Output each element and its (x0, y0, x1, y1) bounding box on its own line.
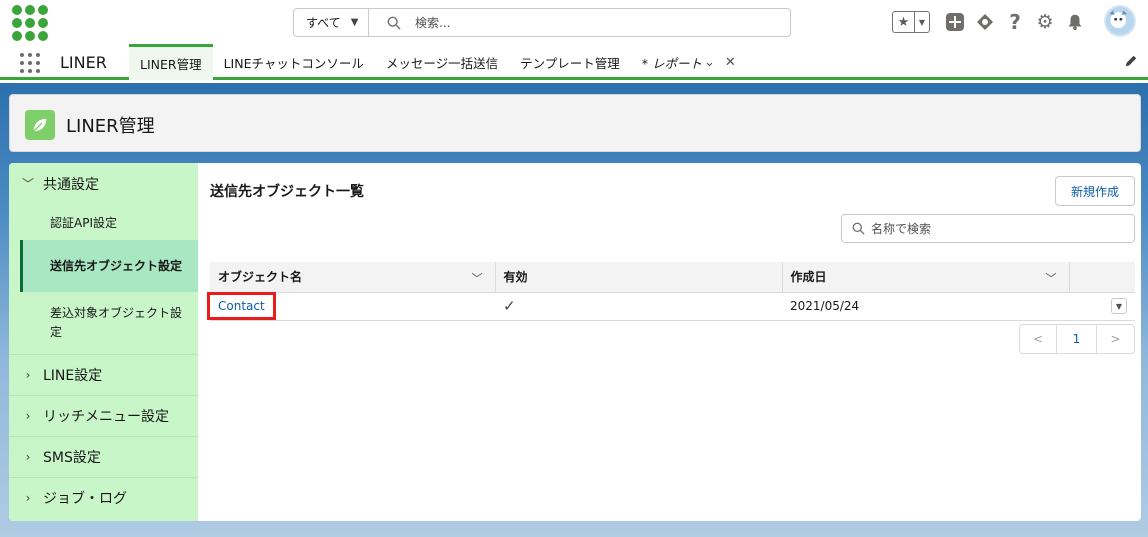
sidebar-section-label: SMS設定 (43, 450, 101, 466)
chevron-down-icon[interactable]: ⌄ (704, 55, 715, 70)
pagination: < 1 > (1019, 324, 1135, 354)
check-icon: ✓ (503, 297, 516, 315)
highlight-box: Contact (207, 292, 276, 320)
new-button[interactable]: 新規作成 (1055, 176, 1135, 206)
star-icon: ★ (893, 12, 915, 32)
sidebar-section-label: ジョブ・ログ (43, 491, 127, 507)
sidebar-item-target-object[interactable]: 送信先オブジェクト設定 (20, 240, 198, 292)
search-icon (387, 16, 401, 30)
sidebar-section-line[interactable]: › LINE設定 (9, 354, 198, 395)
global-search: すべて ▼ (293, 8, 791, 37)
page-header: LINER管理 (9, 94, 1141, 152)
next-page-button[interactable]: > (1097, 325, 1134, 353)
tab-report-label: * レポート (641, 55, 703, 71)
app-navigation-bar: LINER LINER管理 LINEチャットコンソール メッセージ一括送信 テン… (0, 44, 1148, 80)
previous-page-button[interactable]: < (1020, 325, 1057, 353)
chevron-right-icon: › (25, 491, 31, 505)
list-title: 送信先オブジェクト一覧 (210, 184, 364, 200)
global-search-input[interactable] (415, 15, 790, 30)
list-search (841, 214, 1135, 243)
cell-actions: ▼ (1069, 292, 1135, 321)
edit-nav-icon[interactable] (1124, 54, 1138, 68)
column-header-created-date[interactable]: 作成日 ﹀ (782, 262, 1070, 293)
sidebar-section-rich-menu[interactable]: › リッチメニュー設定 (9, 395, 198, 436)
sidebar-section-label: リッチメニュー設定 (43, 409, 169, 425)
cell-created-date: 2021/05/24 (782, 292, 1069, 321)
add-icon[interactable] (944, 11, 966, 33)
chevron-down-icon: ﹀ (21, 177, 34, 191)
chevron-right-icon: › (25, 409, 31, 423)
tab-report[interactable]: * レポート ⌄ ✕ (631, 44, 747, 80)
chevron-down-icon[interactable]: ﹀ (472, 270, 483, 286)
tab-bulk-message[interactable]: メッセージ一括送信 (375, 44, 509, 80)
tab-template-management[interactable]: テンプレート管理 (509, 44, 631, 80)
object-link-contact[interactable]: Contact (218, 299, 265, 313)
user-avatar[interactable] (1104, 5, 1136, 37)
name-search-input[interactable] (871, 221, 1134, 236)
tab-line-chat-console[interactable]: LINEチャットコンソール (213, 44, 375, 80)
chevron-right-icon: › (25, 368, 31, 382)
page-number-button[interactable]: 1 (1057, 325, 1097, 353)
leaf-icon (25, 110, 55, 140)
help-icon[interactable]: ? (1004, 10, 1026, 34)
sidebar-item-auth-api[interactable]: 認証API設定 (9, 204, 198, 240)
app-launcher-icon[interactable] (20, 53, 40, 73)
app-logo-icon[interactable] (12, 5, 50, 41)
chevron-down-icon[interactable]: ﹀ (1046, 270, 1057, 286)
tab-liner-admin[interactable]: LINER管理 (129, 44, 213, 80)
caret-down-icon: ▼ (918, 17, 926, 27)
table-row: Contact ✓ 2021/05/24 ▼ (207, 292, 1135, 321)
cell-active: ✓ (495, 292, 782, 321)
caret-down-icon: ▼ (350, 17, 359, 28)
sidebar-section-label: 共通設定 (43, 176, 99, 193)
sidebar-section-sms[interactable]: › SMS設定 (9, 436, 198, 477)
favorites-button[interactable]: ★ ▼ (892, 11, 930, 33)
page-title: LINER管理 (66, 116, 155, 137)
list-content: 送信先オブジェクト一覧 新規作成 オブジェクト名 ﹀ 有効 作成日 ﹀ (207, 163, 1135, 521)
column-header-actions (1069, 262, 1135, 293)
column-header-active[interactable]: 有効 (495, 262, 783, 293)
sidebar: ﹀ 共通設定 認証API設定 送信先オブジェクト設定 差込対象オブジェクト設定 … (9, 163, 198, 521)
object-table: オブジェクト名 ﹀ 有効 作成日 ﹀ Contact ✓ 2021/05/24 … (207, 262, 1135, 321)
search-icon (852, 222, 865, 235)
sidebar-section-label: LINE設定 (43, 368, 103, 384)
search-scope-label: すべて (306, 16, 341, 30)
row-actions-dropdown[interactable]: ▼ (1111, 298, 1127, 315)
chevron-right-icon: › (25, 450, 31, 464)
sidebar-item-merge-object[interactable]: 差込対象オブジェクト設定 (9, 292, 198, 354)
search-scope-dropdown[interactable]: すべて ▼ (294, 9, 369, 36)
bell-icon[interactable] (1064, 11, 1086, 33)
cell-object-name: Contact (207, 292, 495, 321)
sidebar-section-job-log[interactable]: › ジョブ・ログ (9, 477, 198, 518)
global-header: すべて ▼ ★ ▼ ? ⚙ (0, 0, 1148, 44)
gear-icon[interactable]: ⚙ (1034, 11, 1056, 33)
app-name: LINER (60, 53, 107, 72)
sidebar-section-common[interactable]: ﹀ 共通設定 (9, 163, 198, 204)
main-card: ﹀ 共通設定 認証API設定 送信先オブジェクト設定 差込対象オブジェクト設定 … (9, 163, 1141, 521)
trailhead-icon[interactable] (974, 11, 996, 33)
column-header-object-name[interactable]: オブジェクト名 ﹀ (210, 262, 496, 293)
close-icon[interactable]: ✕ (725, 55, 736, 70)
